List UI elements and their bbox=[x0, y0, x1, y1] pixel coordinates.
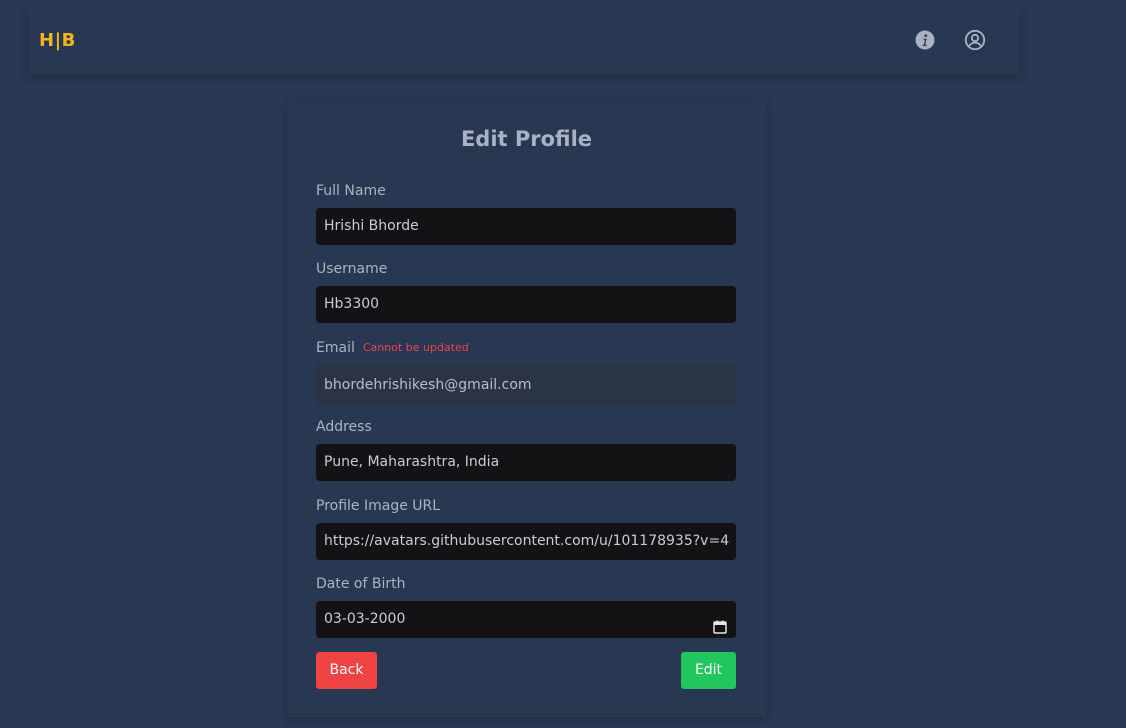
profile-image-label: Profile Image URL bbox=[316, 498, 441, 514]
user-circle-icon[interactable] bbox=[964, 29, 986, 51]
username-input[interactable]: Hb3300 bbox=[316, 286, 736, 323]
edit-profile-card: Edit Profile Full Name Hrishi Bhorde Use… bbox=[287, 101, 766, 717]
email-label-row: Email Cannot be updated bbox=[316, 338, 736, 358]
calendar-icon[interactable] bbox=[713, 612, 727, 634]
email-group: Email Cannot be updated bhordehrishikesh… bbox=[316, 338, 736, 405]
dob-value: 03-03-2000 bbox=[324, 611, 406, 627]
profile-image-input[interactable]: https://avatars.githubusercontent.com/u/… bbox=[316, 523, 736, 560]
edit-button[interactable]: Edit bbox=[681, 652, 736, 689]
dob-group: Date of Birth 03-03-2000 bbox=[316, 574, 736, 638]
dob-input[interactable]: 03-03-2000 bbox=[316, 601, 736, 638]
email-label: Email bbox=[316, 340, 355, 356]
username-group: Username Hb3300 bbox=[316, 259, 736, 323]
full-name-group: Full Name Hrishi Bhorde bbox=[316, 181, 736, 245]
back-button[interactable]: Back bbox=[316, 652, 377, 689]
full-name-input[interactable]: Hrishi Bhorde bbox=[316, 208, 736, 245]
address-label: Address bbox=[316, 419, 372, 435]
page-title: Edit Profile bbox=[460, 127, 593, 151]
logo[interactable]: H|B bbox=[39, 30, 76, 51]
email-note: Cannot be updated bbox=[362, 341, 469, 354]
navbar: H|B bbox=[28, 6, 1020, 74]
dob-label: Date of Birth bbox=[316, 576, 406, 592]
address-group: Address Pune, Maharashtra, India bbox=[316, 417, 736, 481]
email-input: bhordehrishikesh@gmail.com bbox=[316, 365, 736, 405]
address-input[interactable]: Pune, Maharashtra, India bbox=[316, 444, 736, 481]
info-icon[interactable] bbox=[914, 29, 936, 51]
username-label: Username bbox=[316, 261, 388, 277]
nav-icons bbox=[914, 29, 986, 51]
full-name-label: Full Name bbox=[316, 183, 386, 199]
profile-image-group: Profile Image URL https://avatars.github… bbox=[316, 496, 736, 560]
